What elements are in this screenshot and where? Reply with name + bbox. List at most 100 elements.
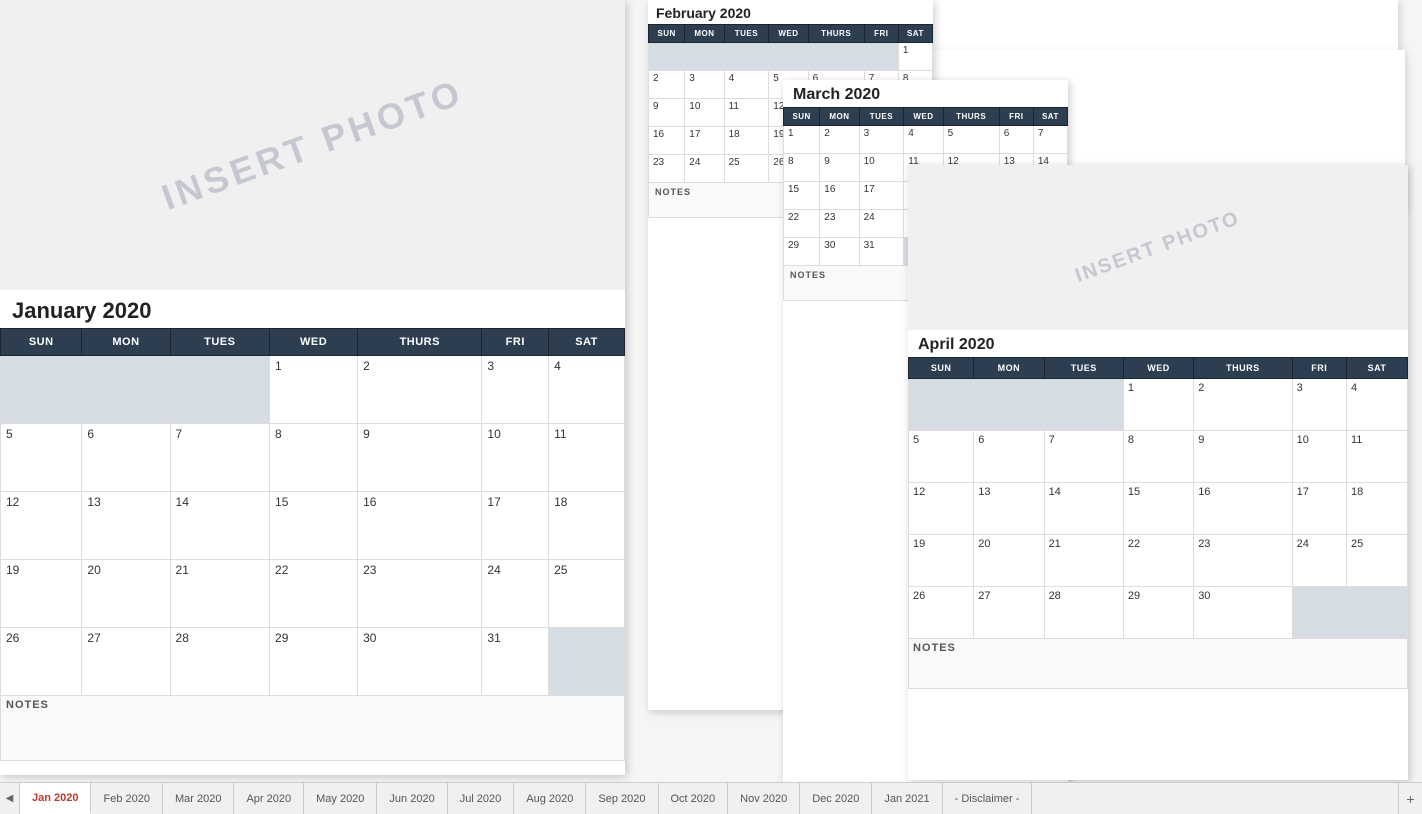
col-header-fri: FRI [1292, 358, 1346, 379]
col-header-sun: SUN [649, 25, 685, 43]
day-cell: 17 [482, 492, 549, 560]
day-cell: 3 [685, 71, 724, 99]
mar-month-title: March 2020 [783, 80, 1068, 107]
apr-calendar: INSERT PHOTO April 2020 SUNMONTUESWEDTHU… [908, 165, 1408, 780]
tab-jan-2021[interactable]: Jan 2021 [872, 783, 942, 814]
day-cell [724, 43, 769, 71]
day-cell: 17 [685, 127, 724, 155]
tab-add-button[interactable]: + [1398, 783, 1422, 814]
day-cell: 2 [358, 356, 482, 424]
day-cell: 24 [685, 155, 724, 183]
day-cell: 23 [649, 155, 685, 183]
day-cell: 6 [999, 126, 1033, 154]
day-cell: 12 [1, 492, 82, 560]
day-cell: 22 [784, 210, 820, 238]
tab-jun-2020[interactable]: Jun 2020 [377, 783, 447, 814]
day-cell: 16 [1194, 483, 1292, 535]
tab---disclaimer--[interactable]: - Disclaimer - [943, 783, 1033, 814]
tab-jan-2020[interactable]: Jan 2020 [20, 783, 91, 814]
col-header-fri: FRI [864, 25, 898, 43]
tab-apr-2020[interactable]: Apr 2020 [234, 783, 304, 814]
day-cell: 19 [1, 560, 82, 628]
day-cell: 30 [358, 628, 482, 696]
week-row: 1234 [1, 356, 625, 424]
day-cell: 22 [270, 560, 358, 628]
day-cell: 26 [1, 628, 82, 696]
day-cell: 6 [82, 424, 170, 492]
day-cell: 15 [1123, 483, 1193, 535]
day-cell: 5 [943, 126, 999, 154]
day-cell: 5 [1, 424, 82, 492]
day-cell: 21 [170, 560, 270, 628]
day-cell: 30 [820, 238, 859, 266]
tab-aug-2020[interactable]: Aug 2020 [514, 783, 586, 814]
day-cell: 7 [1044, 431, 1123, 483]
week-row: 19202122232425 [1, 560, 625, 628]
day-cell [549, 628, 625, 696]
day-cell: 10 [859, 154, 904, 182]
jan-photo-area: INSERT PHOTO [0, 0, 625, 290]
col-header-fri: FRI [999, 108, 1033, 126]
tabs-container: Jan 2020Feb 2020Mar 2020Apr 2020May 2020… [20, 783, 1398, 814]
day-cell: 2 [649, 71, 685, 99]
day-cell: 28 [1044, 587, 1123, 639]
col-header-wed: WED [769, 25, 808, 43]
col-header-sat: SAT [898, 25, 932, 43]
week-row: 567891011 [1, 424, 625, 492]
day-cell: 1 [270, 356, 358, 424]
day-cell [1292, 587, 1346, 639]
tab-oct-2020[interactable]: Oct 2020 [659, 783, 729, 814]
tab-nav-prev[interactable]: ◀ [0, 783, 20, 814]
day-cell: 1 [1123, 379, 1193, 431]
jan-insert-photo: INSERT PHOTO [156, 71, 469, 219]
day-cell [864, 43, 898, 71]
col-header-mon: MON [685, 25, 724, 43]
day-cell: 8 [784, 154, 820, 182]
day-cell [769, 43, 808, 71]
tab-feb-2020[interactable]: Feb 2020 [91, 783, 162, 814]
day-cell: 10 [685, 99, 724, 127]
day-cell: 10 [482, 424, 549, 492]
day-cell: 16 [358, 492, 482, 560]
day-cell: 2 [1194, 379, 1292, 431]
week-row: 567891011 [909, 431, 1408, 483]
col-header-tues: TUES [170, 329, 270, 356]
tab-mar-2020[interactable]: Mar 2020 [163, 783, 234, 814]
day-cell: 16 [820, 182, 859, 210]
week-row: 1234567 [784, 126, 1068, 154]
col-header-wed: WED [1123, 358, 1193, 379]
day-cell: 8 [1123, 431, 1193, 483]
apr-insert-photo: INSERT PHOTO [1072, 207, 1243, 288]
day-cell: 14 [170, 492, 270, 560]
day-cell: 12 [909, 483, 974, 535]
col-header-wed: WED [270, 329, 358, 356]
day-cell [808, 43, 864, 71]
day-cell: 27 [974, 587, 1044, 639]
day-cell: 1 [898, 43, 932, 71]
jan-calendar: INSERT PHOTO January 2020 SUNMONTUESWEDT… [0, 0, 625, 775]
week-row: 262728293031 [1, 628, 625, 696]
day-cell: 25 [724, 155, 769, 183]
day-cell: 9 [1194, 431, 1292, 483]
col-header-tues: TUES [1044, 358, 1123, 379]
day-cell [82, 356, 170, 424]
week-row: 1234 [909, 379, 1408, 431]
tab-dec-2020[interactable]: Dec 2020 [800, 783, 872, 814]
day-cell: 16 [649, 127, 685, 155]
day-cell: 9 [820, 154, 859, 182]
day-cell: 13 [82, 492, 170, 560]
day-cell: 3 [482, 356, 549, 424]
day-cell: 6 [974, 431, 1044, 483]
day-cell [974, 379, 1044, 431]
col-header-thurs: THURS [1194, 358, 1292, 379]
day-cell: 20 [974, 535, 1044, 587]
day-cell: 29 [1123, 587, 1193, 639]
day-cell [1, 356, 82, 424]
tab-jul-2020[interactable]: Jul 2020 [448, 783, 515, 814]
col-header-sat: SAT [549, 329, 625, 356]
day-cell: 18 [549, 492, 625, 560]
tab-nov-2020[interactable]: Nov 2020 [728, 783, 800, 814]
tab-sep-2020[interactable]: Sep 2020 [586, 783, 658, 814]
day-cell: 17 [1292, 483, 1346, 535]
tab-may-2020[interactable]: May 2020 [304, 783, 377, 814]
